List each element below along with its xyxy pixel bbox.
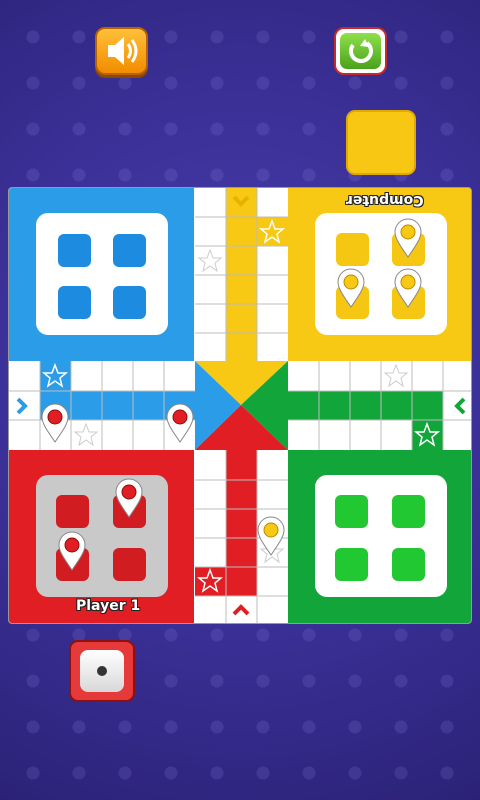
right-track [288,361,471,450]
yellow-token[interactable] [336,268,366,308]
yellow-token[interactable] [393,218,423,258]
red-token[interactable] [40,403,70,443]
restart-button[interactable] [334,27,387,75]
speaker-icon [108,37,138,65]
sound-button[interactable] [95,27,148,75]
refresh-icon [349,39,373,63]
yellow-token[interactable] [393,268,423,308]
green-home [288,450,471,623]
turn-indicator [346,110,416,175]
ludo-board: Computer Player 1 [8,187,472,624]
red-token[interactable] [114,478,144,518]
blue-home [9,188,194,361]
yellow-token[interactable] [256,516,286,556]
red-home: Player 1 [9,450,194,623]
top-track [195,188,288,361]
dice-icon [80,650,124,692]
computer-label: Computer [346,192,424,208]
red-token[interactable] [165,403,195,443]
yellow-home: Computer [288,188,471,361]
center-home [195,361,288,450]
roll-dice-button[interactable] [69,640,135,702]
player1-label: Player 1 [76,598,141,614]
red-token[interactable] [57,531,87,571]
